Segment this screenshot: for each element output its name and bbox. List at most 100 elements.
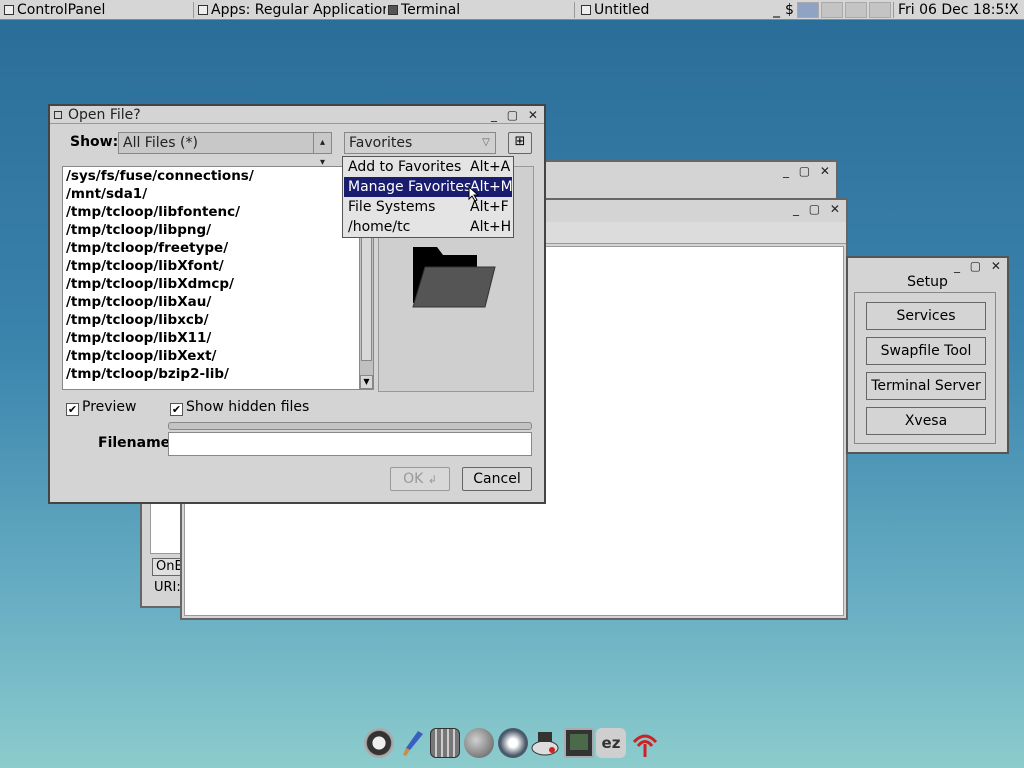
xvesa-button[interactable]: Xvesa (866, 407, 986, 435)
terminal-server-button[interactable]: Terminal Server (866, 372, 986, 400)
ez-install-icon[interactable]: ez (596, 728, 626, 758)
file-list-item[interactable]: /tmp/tcloop/libXau/ (63, 293, 373, 311)
taskbar-item-terminal[interactable]: Terminal (388, 0, 568, 20)
cancel-button[interactable]: Cancel (462, 467, 532, 491)
file-list-item[interactable]: /tmp/tcloop/bzip2-lib/ (63, 365, 373, 383)
hard-drive-icon[interactable] (530, 728, 560, 758)
mouse-cursor-icon (468, 185, 480, 205)
file-list-item[interactable]: /tmp/tcloop/libXfont/ (63, 257, 373, 275)
file-list-item[interactable]: /tmp/tcloop/libXdmcp/ (63, 275, 373, 293)
taskbar-item-apps[interactable]: Apps: Regular Applications (198, 0, 386, 20)
power-icon[interactable] (364, 728, 394, 758)
window-icon (581, 5, 591, 15)
return-icon: ↲ (427, 473, 437, 486)
pager-desktop-4[interactable] (869, 2, 891, 18)
pager-desktop-3[interactable] (845, 2, 867, 18)
brush-icon[interactable] (398, 728, 428, 758)
grid-apps-icon[interactable] (430, 728, 460, 758)
progress-bar (168, 422, 532, 430)
taskbar-item-label: Untitled (594, 2, 650, 18)
show-hidden-checkbox-label: Show hidden files (186, 399, 310, 415)
services-button[interactable]: Services (866, 302, 986, 330)
file-list-item[interactable]: /tmp/tcloop/libpng/ (63, 221, 373, 239)
monitor-icon[interactable] (564, 728, 594, 758)
check-icon: ✔ (170, 403, 183, 416)
window-icon (4, 5, 14, 15)
taskbar-item-label: ControlPanel (17, 2, 106, 18)
ok-button[interactable]: OK ↲ (390, 467, 450, 491)
file-list-item[interactable]: /tmp/tcloop/libXext/ (63, 347, 373, 365)
folder-icon (412, 247, 496, 308)
ok-button-label: OK (403, 471, 424, 487)
window-titlebar[interactable]: _ ▢ ✕ (848, 258, 1007, 274)
check-icon: ✔ (66, 403, 79, 416)
window-controls[interactable]: _ ▢ ✕ (783, 162, 833, 180)
favorites-button[interactable]: Favorites ▽ (344, 132, 496, 154)
taskbar-item-controlpanel[interactable]: ControlPanel (4, 0, 164, 20)
scroll-down-arrow-icon[interactable]: ▼ (360, 375, 373, 389)
text-area-fragment (150, 502, 182, 554)
new-folder-button[interactable]: ⊞ (508, 132, 532, 154)
file-list-item[interactable]: /tmp/tcloop/freetype/ (63, 239, 373, 257)
window-icon (198, 5, 208, 15)
menu-item-shortcut: Alt+H (470, 219, 512, 235)
swapfile-tool-button[interactable]: Swapfile Tool (866, 337, 986, 365)
preview-checkbox[interactable]: ✔ Preview (66, 399, 137, 416)
filter-select-value: All Files (*) (123, 135, 198, 151)
menu-item-file-systems[interactable]: File Systems Alt+F (344, 197, 512, 217)
menu-item-label: File Systems (348, 199, 436, 215)
menu-item-add-to-favorites[interactable]: Add to Favorites Alt+A (344, 157, 512, 177)
network-icon[interactable] (797, 2, 819, 18)
close-icon[interactable]: X (1009, 0, 1021, 20)
filter-select[interactable]: All Files (*) ▴ ▾ (118, 132, 332, 168)
show-hidden-checkbox[interactable]: ✔ Show hidden files (170, 399, 309, 416)
dialog-titlebar[interactable]: Open File? _ ▢ ✕ (50, 106, 544, 124)
wifi-icon[interactable] (630, 728, 660, 758)
window-controls[interactable]: _ ▢ ✕ (793, 200, 843, 218)
divider (893, 2, 894, 18)
filename-input[interactable] (168, 432, 532, 456)
setup-title: Setup (907, 274, 948, 290)
taskbar: ControlPanel Apps: Regular Applications … (0, 0, 1024, 20)
favorites-menu: Add to Favorites Alt+A Manage Favorites Al… (342, 156, 514, 238)
window-menu-icon[interactable] (54, 111, 62, 119)
runner-icon[interactable] (498, 728, 528, 758)
file-list-item[interactable]: /mnt/sda1/ (63, 185, 373, 203)
tray-dollar[interactable]: $ (785, 0, 795, 20)
terminal-icon (388, 5, 398, 15)
menu-item-label: /home/tc (348, 219, 411, 235)
dialog-title: Open File? (68, 107, 141, 123)
setup-window[interactable]: _ ▢ ✕ Setup Services Swapfile Tool Termi… (846, 256, 1009, 454)
dock: ez (360, 726, 670, 762)
taskbar-item-untitled[interactable]: Untitled (581, 0, 761, 20)
menu-item-home-tc[interactable]: /home/tc Alt+H (344, 217, 512, 237)
triangle-down-icon: ▽ (482, 137, 490, 148)
menu-item-shortcut: Alt+A (470, 159, 511, 175)
divider (193, 2, 194, 18)
file-list-item[interactable]: /tmp/tcloop/libfontenc/ (63, 203, 373, 221)
favorites-label: Favorites (349, 135, 413, 151)
taskbar-item-label: Terminal (401, 2, 461, 18)
menu-item-manage-favorites[interactable]: Manage Favorites Alt+M (344, 177, 513, 197)
tray-underscore[interactable]: _ (773, 0, 783, 20)
menu-item-label: Manage Favorites (348, 179, 472, 195)
preview-checkbox-label: Preview (82, 399, 137, 415)
uri-label: URI: (154, 580, 181, 595)
pager-desktop-2[interactable] (821, 2, 843, 18)
file-list-item[interactable]: /sys/fs/fuse/connections/ (63, 167, 373, 185)
window-controls[interactable]: _ ▢ ✕ (954, 258, 1004, 274)
ez-text: ez (601, 734, 621, 752)
file-list-item[interactable]: /tmp/tcloop/libxcb/ (63, 311, 373, 329)
clock: Fri 06 Dec 18:55 (898, 2, 1008, 18)
divider (574, 2, 575, 18)
menu-item-label: Add to Favorites (348, 159, 462, 175)
taskbar-item-label: Apps: Regular Applications (211, 2, 386, 18)
new-folder-icon: ⊞ (514, 134, 526, 149)
file-list[interactable]: /sys/fs/fuse/connections//mnt/sda1//tmp/… (62, 166, 374, 390)
disk-tool-icon[interactable] (464, 728, 494, 758)
path-rows: /sys/fs/fuse/connections//mnt/sda1//tmp/… (63, 167, 373, 383)
file-list-item[interactable]: /tmp/tcloop/libX11/ (63, 329, 373, 347)
updown-arrows-icon: ▴ ▾ (313, 133, 331, 168)
window-controls[interactable]: _ ▢ ✕ (491, 106, 541, 124)
filename-label: Filename: (98, 435, 176, 451)
